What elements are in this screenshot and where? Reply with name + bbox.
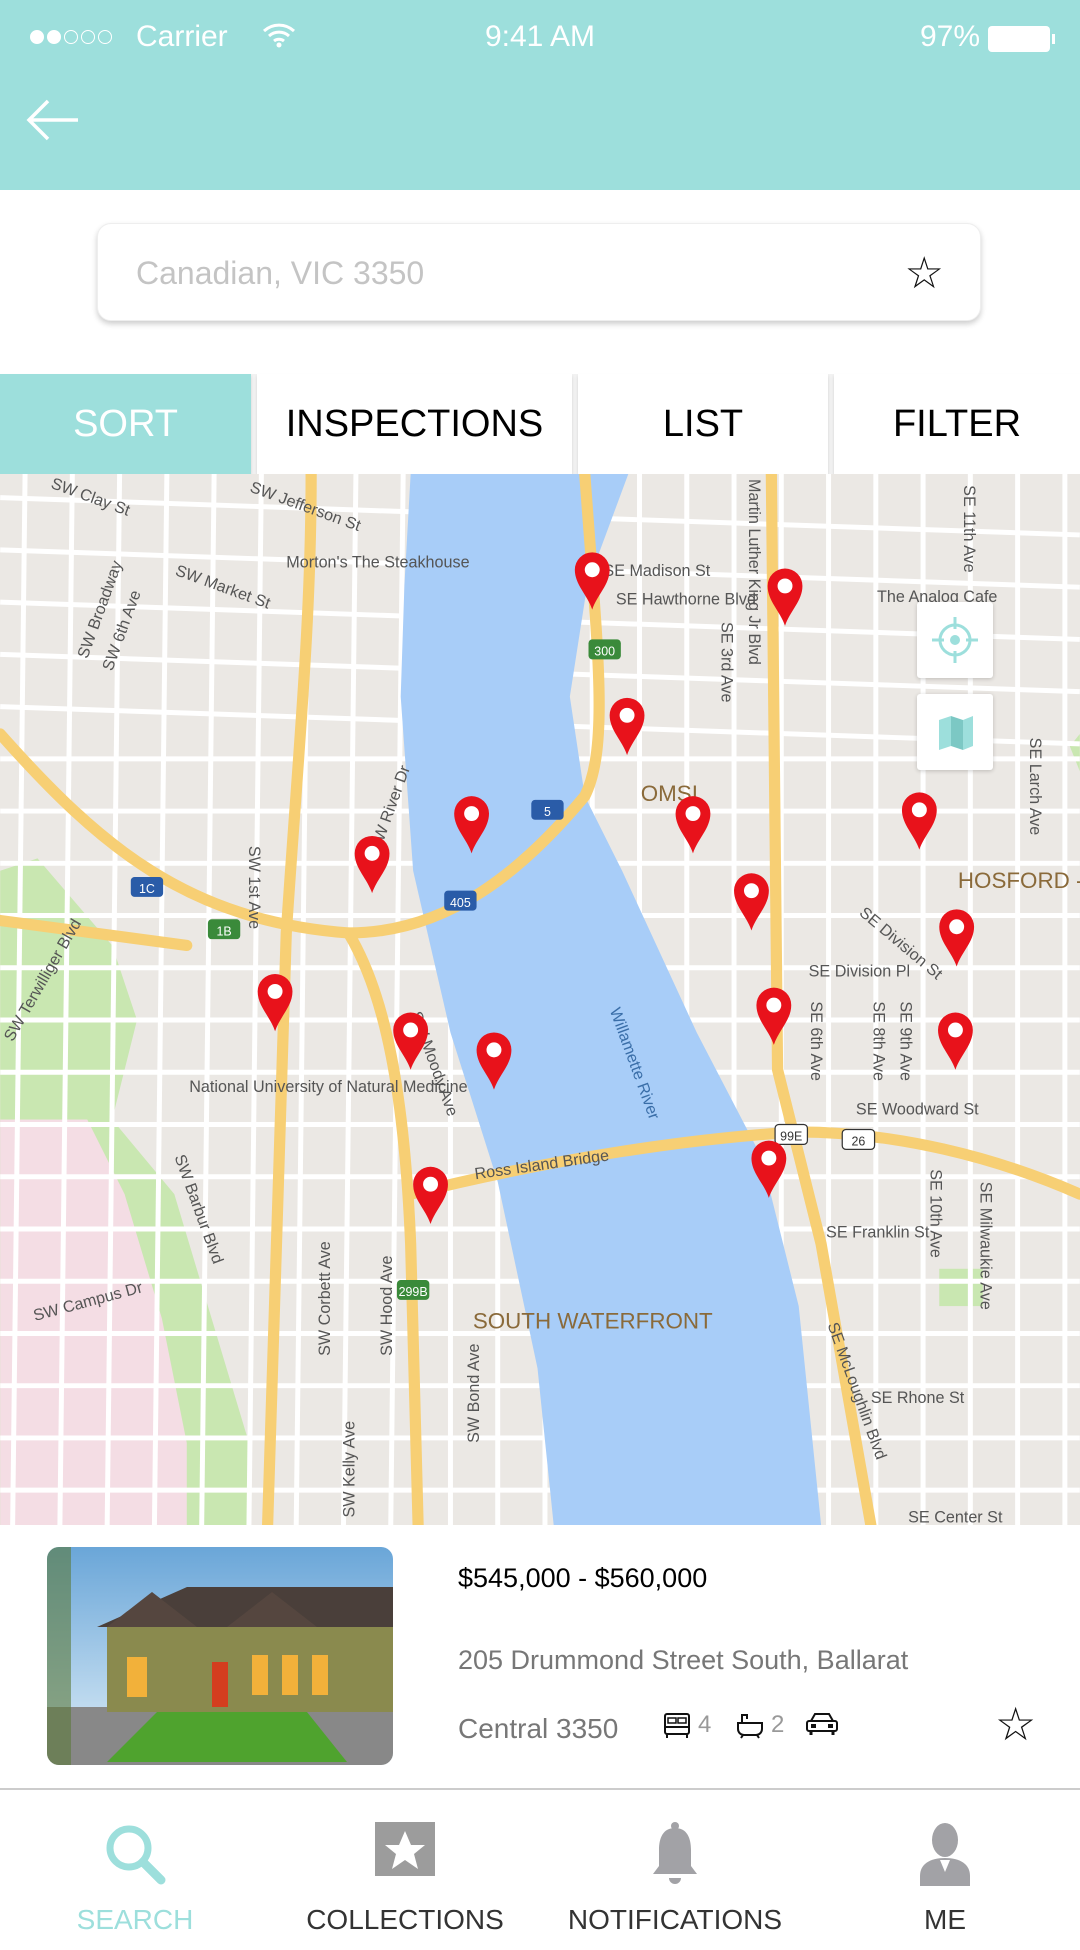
highway-shield: 299B <box>396 1279 430 1300</box>
star-box-icon <box>375 1822 435 1876</box>
map-label: SW Kelly Ave <box>341 1421 359 1518</box>
svg-text:299B: 299B <box>399 1285 428 1299</box>
bell-icon <box>653 1822 697 1884</box>
highway-shield: 26 <box>841 1128 876 1150</box>
bedroom-count: 4 <box>698 1711 712 1738</box>
map-label: SE 11th Ave <box>960 485 978 572</box>
map-label: Morton's The Steakhouse <box>286 553 469 571</box>
nav-collections[interactable]: COLLECTIONS <box>270 1792 540 1950</box>
search-input[interactable] <box>136 248 896 298</box>
property-suburb: Central 3350 <box>458 1713 619 1744</box>
car-icon <box>806 1713 838 1735</box>
map-label: SW Hood Ave <box>378 1256 396 1356</box>
status-bar: Carrier 9:41 AM 97% <box>0 18 1080 58</box>
map-layers-button[interactable] <box>917 694 993 770</box>
bedrooms: 4 <box>662 1711 711 1739</box>
nav-search-label: SEARCH <box>76 1904 194 1935</box>
bath-icon <box>737 1714 763 1739</box>
map-label: SW 1st Ave <box>245 846 263 929</box>
property-price: $545,000 - $560,000 <box>458 1563 708 1593</box>
property-photo[interactable] <box>47 1547 393 1765</box>
map-label: SE Larch Ave <box>1026 738 1044 836</box>
map-label: SE 9th Ave <box>897 1001 915 1081</box>
favorite-search-star-icon[interactable]: ☆ <box>905 248 944 299</box>
tab-filter[interactable]: FILTER <box>834 374 1080 474</box>
map-label: HOSFORD - ABERNETHY <box>958 868 1080 893</box>
map-label: SE 10th Ave <box>927 1169 945 1258</box>
property-address: 205 Drummond Street South, Ballarat <box>458 1645 909 1675</box>
svg-text:5: 5 <box>544 805 551 819</box>
svg-text:26: 26 <box>851 1135 865 1149</box>
svg-text:1C: 1C <box>139 882 155 896</box>
svg-text:405: 405 <box>450 896 471 910</box>
highway-shield: 5 <box>531 799 564 820</box>
tab-inspections[interactable]: INSPECTIONS <box>257 374 572 474</box>
tab-list[interactable]: LIST <box>578 374 828 474</box>
map-label: Martin Luther King Jr Blvd <box>745 479 763 665</box>
map-label: SE Franklin St <box>826 1224 930 1242</box>
svg-text:99E: 99E <box>780 1130 802 1144</box>
bathrooms: 2 <box>735 1711 784 1739</box>
favorite-property-star-icon[interactable]: ☆ <box>995 1697 1036 1751</box>
battery-icon <box>988 26 1055 52</box>
bottom-nav: SEARCH COLLECTIONS NOTIFICATIONS ME <box>0 1792 1080 1950</box>
crosshair-icon <box>932 617 978 663</box>
map-layers-icon <box>939 716 973 750</box>
user-icon <box>920 1823 970 1886</box>
map-label: SE Woodward St <box>856 1101 979 1119</box>
locate-button[interactable] <box>917 602 993 678</box>
search-box: ☆ <box>97 223 981 321</box>
map-label: SOUTH WATERFRONT <box>473 1308 713 1333</box>
map-label: SE Center St <box>908 1509 1003 1525</box>
highway-shield: 99E <box>774 1123 809 1146</box>
bed-icon <box>664 1713 690 1738</box>
top-bar: Carrier 9:41 AM 97% <box>0 0 1080 190</box>
parking <box>805 1711 839 1737</box>
map-label: SE 6th Ave <box>807 1001 825 1081</box>
arrow-left-icon <box>26 99 78 141</box>
map-label: SE Hawthorne Blvd <box>616 591 756 609</box>
nav-notifications-label: NOTIFICATIONS <box>567 1904 783 1935</box>
map-label: SW Corbett Ave <box>316 1241 334 1356</box>
map-label: SE 8th Ave <box>869 1001 887 1081</box>
tab-sort[interactable]: SORT <box>0 374 251 474</box>
highway-shield: 300 <box>588 639 621 660</box>
nav-me-label: ME <box>924 1904 966 1935</box>
nav-search[interactable]: SEARCH <box>0 1792 270 1950</box>
bathroom-count: 2 <box>771 1711 785 1738</box>
svg-text:1B: 1B <box>216 924 231 938</box>
nav-me[interactable]: ME <box>810 1792 1080 1950</box>
back-button[interactable] <box>26 98 82 142</box>
property-card[interactable]: $545,000 - $560,000 205 Drummond Street … <box>0 1525 1080 1790</box>
map-label: SE Madison St <box>603 562 710 580</box>
map-label: SE 3rd Ave <box>718 622 736 703</box>
battery-percent: 97% <box>919 20 980 53</box>
map-label: SE Division Pl <box>809 962 910 980</box>
map-label: SW Bond Ave <box>465 1344 483 1443</box>
clock: 9:41 AM <box>484 20 596 53</box>
highway-shield: 1B <box>207 919 241 940</box>
map-label: National University of Natural Medicine <box>189 1078 467 1096</box>
svg-text:300: 300 <box>594 645 615 659</box>
highway-shield: 405 <box>444 890 477 911</box>
map-view[interactable]: SW Clay St SW Jefferson St Morton's The St… <box>0 474 1080 1525</box>
tab-bar: SORT INSPECTIONS LIST FILTER <box>0 374 1080 474</box>
nav-collections-label: COLLECTIONS <box>306 1904 504 1935</box>
nav-notifications[interactable]: NOTIFICATIONS <box>540 1792 810 1950</box>
map-label: SE Milwaukie Ave <box>976 1182 994 1310</box>
search-icon <box>106 1825 166 1885</box>
map-label: SE Rhone St <box>871 1389 965 1407</box>
highway-shield: 1C <box>130 876 164 897</box>
